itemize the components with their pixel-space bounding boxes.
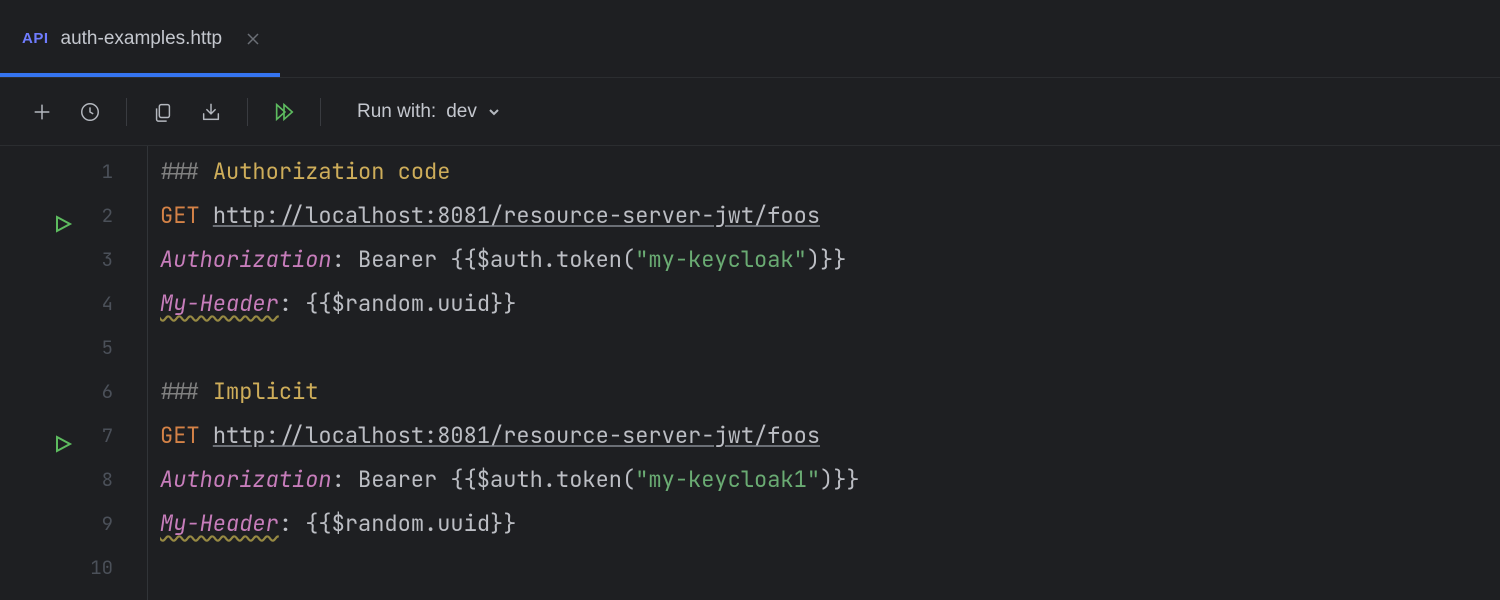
code-token: : Bearer {{$auth.token( (332, 465, 636, 494)
line-number: 3 (0, 238, 147, 282)
history-icon (79, 101, 101, 123)
code-token: http://localhost:8081/resource-server-jw… (213, 201, 820, 230)
tab-auth-examples[interactable]: API auth-examples.http (0, 0, 280, 77)
code-line[interactable]: ### Implicit (160, 370, 1500, 414)
import-button[interactable] (189, 90, 233, 134)
run-icon (53, 434, 73, 454)
line-number: 10 (0, 546, 147, 590)
code-token: GET (160, 201, 213, 230)
code-token: "my-keycloak" (635, 245, 807, 274)
editor-code-area[interactable]: ### Authorization codeGET http://localho… (148, 146, 1500, 600)
code-token: My-Header (160, 289, 279, 318)
code-token: My-Header (160, 509, 279, 538)
code-line[interactable]: ### Authorization code (160, 150, 1500, 194)
code-token: : {{$random.uuid}} (279, 289, 517, 318)
history-button[interactable] (68, 90, 112, 134)
code-line[interactable] (160, 546, 1500, 590)
code-token: GET (160, 421, 213, 450)
code-line[interactable] (160, 326, 1500, 370)
code-token: "my-keycloak1" (635, 465, 820, 494)
run-with-label: Run with: (357, 101, 436, 123)
code-line[interactable]: GET http://localhost:8081/resource-serve… (160, 414, 1500, 458)
run-request-gutter-button[interactable] (53, 206, 73, 226)
close-icon (246, 32, 260, 46)
editor-gutter: 12345678910 (0, 146, 148, 600)
code-token: : Bearer {{$auth.token( (332, 245, 636, 274)
code-token: Authorization (160, 465, 332, 494)
code-token: Authorization code (213, 157, 451, 186)
code-token: )}} (820, 465, 860, 494)
code-token: ### (160, 377, 213, 406)
code-editor[interactable]: 12345678910 ### Authorization codeGET ht… (0, 146, 1500, 600)
tab-filename: auth-examples.http (61, 28, 223, 50)
run-all-icon (273, 101, 295, 123)
code-line[interactable]: My-Header: {{$random.uuid}} (160, 502, 1500, 546)
http-toolbar: Run with: dev (0, 78, 1500, 146)
toolbar-separator (247, 98, 248, 126)
chevron-down-icon (487, 105, 501, 119)
editor-tabbar: API auth-examples.http (0, 0, 1500, 78)
run-request-gutter-button[interactable] (53, 426, 73, 446)
line-number: 8 (0, 458, 147, 502)
run-all-button[interactable] (262, 90, 306, 134)
toolbar-separator (320, 98, 321, 126)
close-tab-button[interactable] (244, 30, 262, 48)
code-token: : {{$random.uuid}} (279, 509, 517, 538)
line-number: 7 (0, 414, 147, 458)
code-token: Implicit (213, 377, 319, 406)
import-icon (200, 101, 222, 123)
run-icon (53, 214, 73, 234)
line-number: 6 (0, 370, 147, 414)
document-copy-icon (152, 101, 174, 123)
examples-button[interactable] (141, 90, 185, 134)
code-token: ### (160, 157, 213, 186)
line-number: 5 (0, 326, 147, 370)
add-request-button[interactable] (20, 90, 64, 134)
code-line[interactable]: My-Header: {{$random.uuid}} (160, 282, 1500, 326)
line-number: 2 (0, 194, 147, 238)
http-file-icon: API (22, 30, 49, 47)
line-number: 9 (0, 502, 147, 546)
run-with-environment: dev (446, 101, 477, 123)
line-number: 4 (0, 282, 147, 326)
run-with-dropdown[interactable]: Run with: dev (349, 95, 509, 129)
code-line[interactable]: Authorization: Bearer {{$auth.token("my-… (160, 238, 1500, 282)
code-token: http://localhost:8081/resource-server-jw… (213, 421, 820, 450)
plus-icon (31, 101, 53, 123)
code-line[interactable]: Authorization: Bearer {{$auth.token("my-… (160, 458, 1500, 502)
code-token: )}} (807, 245, 847, 274)
line-number: 1 (0, 150, 147, 194)
toolbar-separator (126, 98, 127, 126)
code-line[interactable]: GET http://localhost:8081/resource-serve… (160, 194, 1500, 238)
code-token: Authorization (160, 245, 332, 274)
